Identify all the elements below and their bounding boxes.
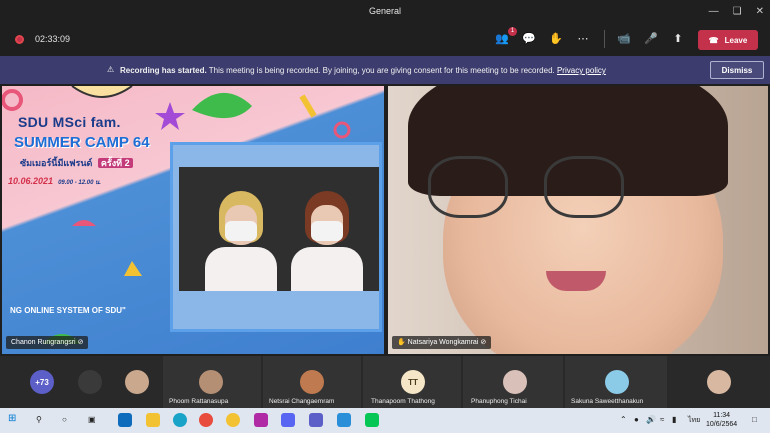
participant-initials: TT xyxy=(401,370,425,394)
teams-icon[interactable] xyxy=(309,413,323,427)
mail-icon[interactable] xyxy=(118,413,132,427)
participant-name: Thanapoom Thathong xyxy=(371,398,435,405)
mic-off-icon[interactable]: 🎤 xyxy=(643,32,659,46)
participant-tile[interactable]: Sakuna Saweetthanakun xyxy=(565,356,667,408)
window-controls: — ❏ ✕ xyxy=(709,0,764,22)
windows-taskbar: ⊞ ⚲ ○ ▣ ⌃ ● 🔊 ≈ ▮ ไทย 11:34 10/6/2564 □ xyxy=(0,408,770,433)
cortana-icon[interactable]: ○ xyxy=(62,415,67,424)
app-icon[interactable] xyxy=(254,413,268,427)
camera-off-icon[interactable]: 📹 xyxy=(616,32,632,46)
mic-muted-icon: ⊘ xyxy=(77,339,84,346)
task-view-icon[interactable]: ▣ xyxy=(88,415,96,424)
meeting-stage: SDU MSci fam. SUMMER CAMP 64 ซัมเมอร์นี้… xyxy=(0,84,770,356)
video-feed xyxy=(179,167,379,291)
participant-avatar xyxy=(300,370,324,394)
share-screen-icon[interactable]: ⬆ xyxy=(670,32,686,46)
browser-icon[interactable] xyxy=(226,413,240,427)
speaker-video xyxy=(170,142,382,332)
chrome-icon[interactable] xyxy=(199,413,213,427)
participant-name: Phoom Rattanasupa xyxy=(169,398,229,405)
privacy-policy-link[interactable]: Privacy policy xyxy=(557,66,606,75)
leave-button[interactable]: ☎ Leave xyxy=(698,30,758,50)
leave-label: Leave xyxy=(724,35,748,45)
participant-avatar xyxy=(199,370,223,394)
notification-icon[interactable]: □ xyxy=(752,415,757,424)
video-tile-presenter[interactable]: SDU MSci fam. SUMMER CAMP 64 ซัมเมอร์นี้… xyxy=(2,86,384,354)
close-icon[interactable]: ✕ xyxy=(756,6,764,17)
participant-avatar xyxy=(503,370,527,394)
banner-message: Recording has started. This meeting is b… xyxy=(120,66,606,75)
meeting-toolbar: 02:33:09 👥 1 💬 ✋ ⋯ 📹 🎤 ⬆ ☎ Leave xyxy=(0,22,770,56)
hand-raise-icon: ✋ xyxy=(397,339,406,346)
participant-avatar xyxy=(605,370,629,394)
speaker-name-tag: ✋ Natsariya Wongkamrai ⊘ xyxy=(392,336,492,349)
windows-start-icon[interactable]: ⊞ xyxy=(8,413,16,424)
participant-avatar[interactable] xyxy=(707,370,731,394)
search-icon[interactable]: ⚲ xyxy=(36,415,42,424)
warning-icon: ⚠ xyxy=(107,65,115,74)
minimize-icon[interactable]: — xyxy=(709,6,719,17)
banner-text: This meeting is being recorded. By joini… xyxy=(208,66,555,75)
participant-tile[interactable]: Netsrai Changaemram xyxy=(263,356,361,408)
volume-icon[interactable]: 🔊 xyxy=(646,415,656,424)
participant-name: Sakuna Saweetthanakun xyxy=(571,398,644,405)
participant-name: Netsrai Changaemram xyxy=(269,398,335,405)
participant-strip: +73 Phoom Rattanasupa Netsrai Changaemra… xyxy=(0,356,770,408)
meeting-timer: 02:33:09 xyxy=(35,34,71,44)
battery-icon[interactable]: ▮ xyxy=(672,415,676,424)
wifi-icon[interactable]: ≈ xyxy=(660,415,664,424)
presenter-name-tag: Chanon Rungrangsri ⊘ xyxy=(6,336,89,349)
dismiss-button[interactable]: Dismiss xyxy=(710,61,764,79)
maximize-icon[interactable]: ❏ xyxy=(733,6,742,17)
participants-icon[interactable]: 👥 xyxy=(494,32,510,46)
window-title: General xyxy=(368,6,402,16)
overflow-participants-button[interactable]: +73 xyxy=(30,370,54,394)
participant-avatar[interactable] xyxy=(78,370,102,394)
file-explorer-icon[interactable] xyxy=(146,413,160,427)
recording-banner: ⚠ Recording has started. This meeting is… xyxy=(0,56,770,84)
window-titlebar: General — ❏ ✕ xyxy=(0,0,770,22)
participant-name: Phanuphong Tichai xyxy=(471,398,527,405)
language-indicator[interactable]: ไทย xyxy=(688,415,700,426)
more-options-icon[interactable]: ⋯ xyxy=(575,32,591,46)
video-tile-speaker[interactable]: ✋ Natsariya Wongkamrai ⊘ xyxy=(388,86,768,354)
glasses-left xyxy=(428,156,508,218)
line-icon[interactable] xyxy=(365,413,379,427)
reactions-icon[interactable]: ✋ xyxy=(548,32,564,46)
chat-icon[interactable]: 💬 xyxy=(521,32,537,46)
participant-figure xyxy=(201,191,281,291)
participant-avatar[interactable] xyxy=(125,370,149,394)
network-icon[interactable]: ● xyxy=(634,415,639,424)
hang-up-icon: ☎ xyxy=(708,35,719,45)
toolbar-divider xyxy=(604,30,605,48)
system-clock[interactable]: 11:34 10/6/2564 xyxy=(706,411,737,429)
edge-icon[interactable] xyxy=(173,413,187,427)
clock-date: 10/6/2564 xyxy=(706,421,738,428)
banner-bold-text: Recording has started. xyxy=(120,66,207,75)
clock-time: 11:34 xyxy=(713,412,731,419)
discord-icon[interactable] xyxy=(281,413,295,427)
participant-tile[interactable]: Phoom Rattanasupa xyxy=(163,356,261,408)
tray-chevron-icon[interactable]: ⌃ xyxy=(620,415,627,424)
participant-tile[interactable]: Phanuphong Tichai xyxy=(463,356,563,408)
recording-indicator-icon xyxy=(15,35,24,44)
mic-muted-icon: ⊘ xyxy=(480,339,487,346)
participant-tile[interactable]: TT Thanapoom Thathong xyxy=(363,356,461,408)
participant-figure xyxy=(287,191,367,291)
glasses-right xyxy=(544,156,624,218)
media-player-icon[interactable] xyxy=(337,413,351,427)
participants-badge: 1 xyxy=(508,27,517,36)
